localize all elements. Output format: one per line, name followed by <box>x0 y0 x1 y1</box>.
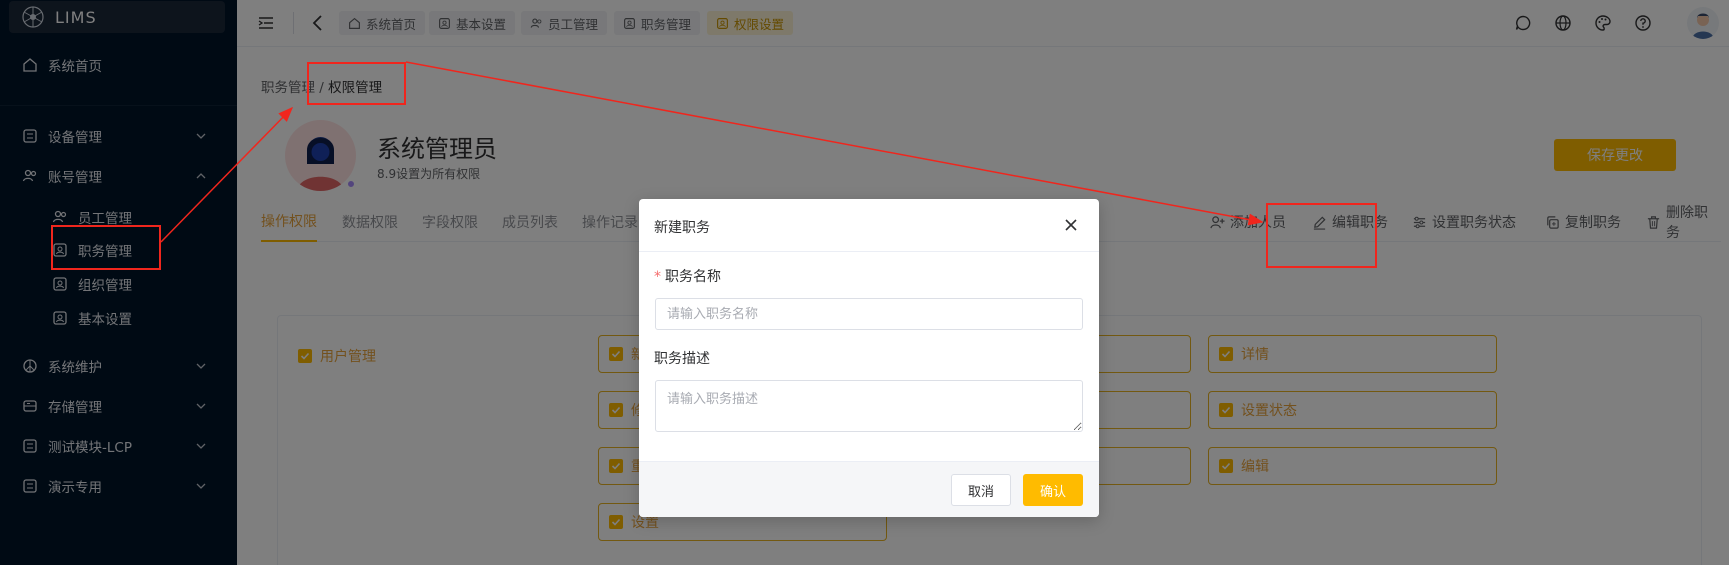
position-description-textarea[interactable] <box>655 380 1083 432</box>
annotation-box-edit-position <box>1266 203 1377 268</box>
position-name-label: * 职务名称 <box>654 266 721 286</box>
annotation-box-breadcrumb <box>307 62 406 105</box>
annotation-box-sidebar <box>51 225 161 270</box>
position-name-input[interactable] <box>655 298 1083 330</box>
dialog-divider <box>639 251 1099 252</box>
confirm-button[interactable]: 确认 <box>1023 474 1083 506</box>
close-icon[interactable] <box>1063 217 1079 233</box>
required-asterisk: * <box>654 269 661 285</box>
cancel-button[interactable]: 取消 <box>951 474 1011 506</box>
dialog-title: 新建职务 <box>654 220 710 236</box>
position-description-label: 职务描述 <box>654 351 710 367</box>
new-position-dialog: 新建职务 *职务名称 职务描述 取消 确认 <box>639 199 1099 517</box>
dialog-footer: 取消 确认 <box>639 461 1099 517</box>
position-name-label-text: 职务名称 <box>665 269 721 285</box>
